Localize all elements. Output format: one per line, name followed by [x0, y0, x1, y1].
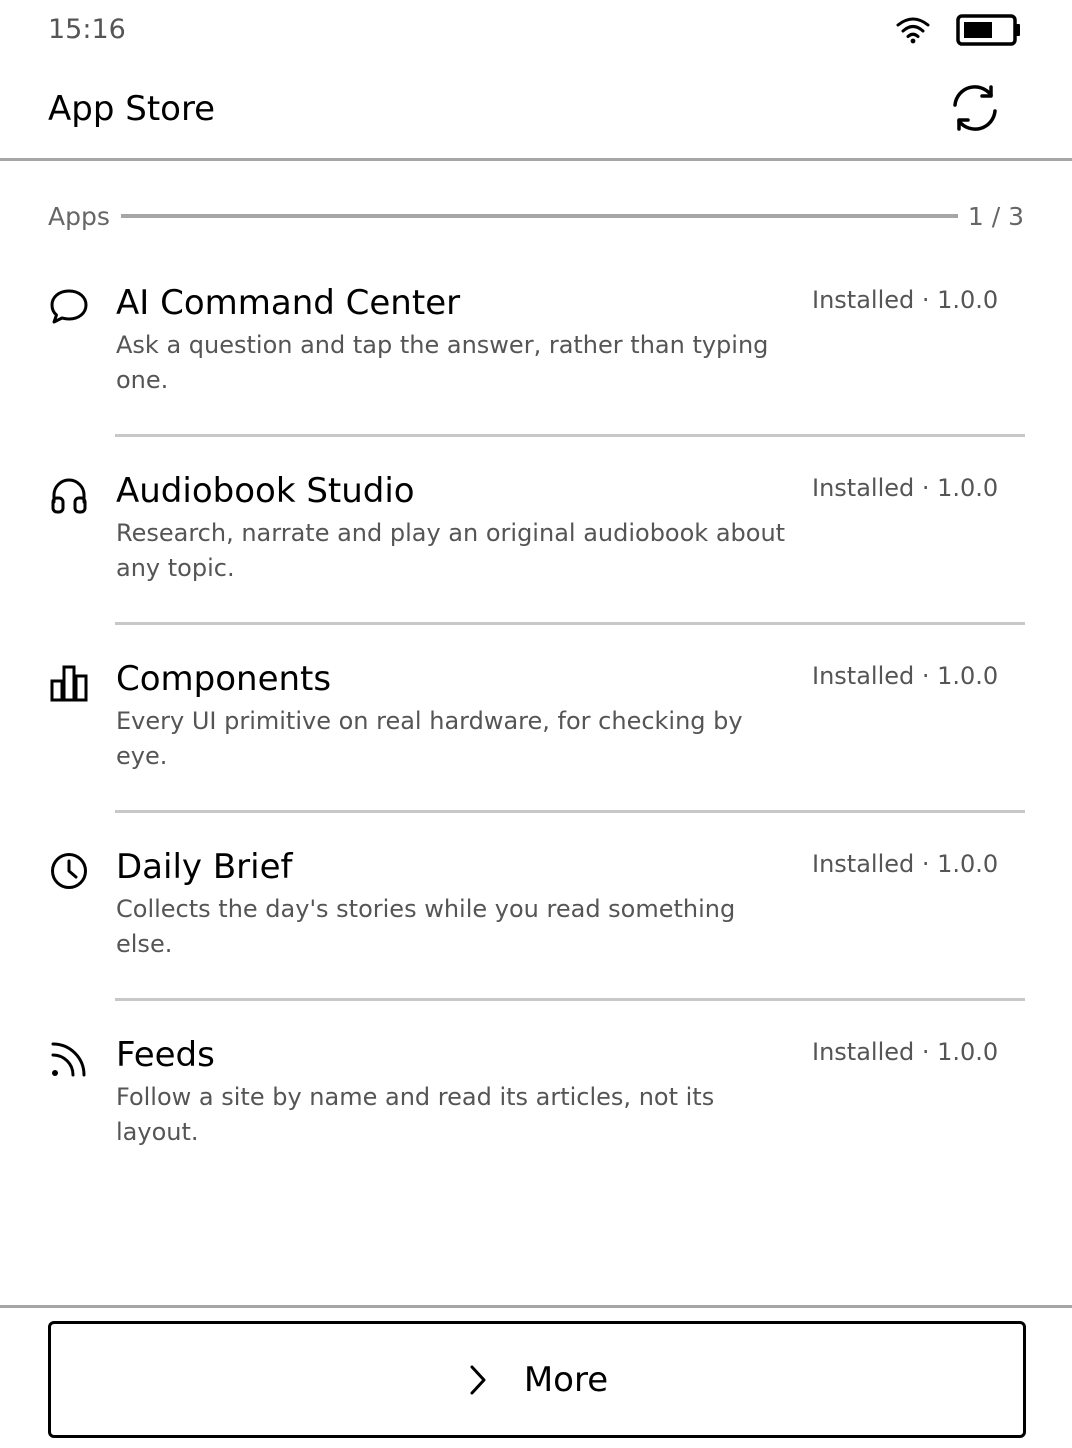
app-description: Ask a question and tap the answer, rathe…: [116, 331, 769, 394]
more-button[interactable]: More: [48, 1321, 1026, 1438]
app-name: Components: [116, 659, 332, 699]
app-description: Follow a site by name and read its artic…: [116, 1083, 715, 1146]
page-indicator: 1 / 3: [967, 202, 1024, 231]
app-description: Research, narrate and play an original a…: [116, 519, 786, 582]
header: App Store: [0, 60, 1072, 161]
app-item-audiobook-studio[interactable]: Audiobook Studio Research, narrate and p…: [0, 436, 1072, 625]
refresh-button[interactable]: [942, 80, 1008, 140]
app-name: Audiobook Studio: [116, 471, 415, 511]
app-description: Every UI primitive on real hardware, for…: [116, 707, 743, 770]
more-label: More: [523, 1359, 609, 1400]
section-header: Apps 1 / 3: [48, 200, 1024, 234]
wifi-icon: [894, 14, 932, 44]
status-bar: 15:16: [0, 0, 1072, 60]
rss-icon: [48, 1038, 90, 1080]
bar-chart-icon: [48, 662, 90, 704]
more-button-content: More: [466, 1359, 608, 1401]
footer-divider: [0, 1305, 1072, 1308]
app-item-ai-command-center[interactable]: AI Command Center Ask a question and tap…: [0, 248, 1072, 437]
section-label: Apps: [48, 202, 110, 231]
headphones-icon: [48, 474, 90, 516]
chevron-right-icon: [466, 1363, 490, 1397]
battery-icon: [956, 13, 1022, 47]
app-status: Installed · 1.0.0: [812, 662, 999, 690]
app-status: Installed · 1.0.0: [812, 850, 999, 878]
app-list: AI Command Center Ask a question and tap…: [0, 248, 1072, 1188]
app-name: Daily Brief: [116, 847, 293, 887]
app-item-feeds[interactable]: Feeds Follow a site by name and read its…: [0, 1000, 1072, 1188]
refresh-icon: [949, 83, 1001, 137]
app-name: Feeds: [116, 1035, 215, 1075]
app-status: Installed · 1.0.0: [812, 1038, 999, 1066]
app-description: Collects the day's stories while you rea…: [116, 895, 736, 958]
status-time: 15:16: [48, 14, 126, 45]
app-item-daily-brief[interactable]: Daily Brief Collects the day's stories w…: [0, 812, 1072, 1001]
page-title: App Store: [48, 89, 216, 129]
chat-bubble-icon: [48, 286, 90, 328]
section-divider: [121, 214, 958, 218]
app-status: Installed · 1.0.0: [812, 286, 999, 314]
app-item-components[interactable]: Components Every UI primitive on real ha…: [0, 624, 1072, 813]
app-status: Installed · 1.0.0: [812, 474, 999, 502]
app-name: AI Command Center: [116, 283, 461, 323]
clock-icon: [48, 850, 90, 892]
